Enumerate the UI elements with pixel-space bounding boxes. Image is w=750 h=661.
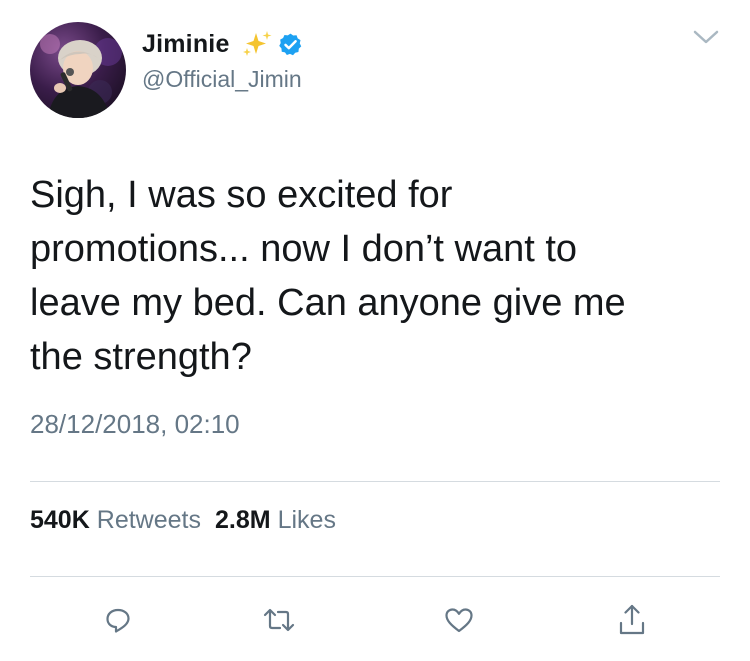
retweets-label: Retweets bbox=[96, 506, 201, 534]
heart-icon bbox=[445, 608, 473, 633]
like-button[interactable] bbox=[439, 600, 479, 640]
retweets-stat[interactable]: 540K Retweets bbox=[30, 506, 201, 535]
chevron-down-icon[interactable] bbox=[692, 26, 720, 48]
tweet-stats: 540K Retweets 2.8M Likes bbox=[30, 506, 336, 535]
tweet-text: Sigh, I was so excited for promotions...… bbox=[30, 174, 626, 378]
retweets-count: 540K bbox=[30, 506, 90, 534]
action-bar bbox=[0, 600, 750, 640]
likes-label: Likes bbox=[277, 506, 336, 534]
likes-stat[interactable]: 2.8M Likes bbox=[215, 506, 336, 535]
reply-icon bbox=[106, 608, 130, 633]
share-icon bbox=[619, 604, 645, 635]
display-name-row: Jiminie bbox=[142, 26, 303, 62]
display-name[interactable]: Jiminie bbox=[142, 30, 230, 59]
retweet-icon bbox=[263, 608, 295, 632]
tweet-timestamp[interactable]: 28/12/2018, 02:10 bbox=[30, 409, 240, 440]
likes-count: 2.8M bbox=[214, 506, 271, 534]
verified-badge-icon bbox=[278, 33, 301, 55]
author-block[interactable]: Jiminie @Official_Jimin bbox=[142, 26, 303, 93]
divider bbox=[30, 576, 720, 577]
share-button[interactable] bbox=[612, 600, 652, 640]
tweet-card: Jiminie @Official_Jimin Sigh, I was so e… bbox=[0, 0, 750, 661]
reply-button[interactable] bbox=[98, 600, 138, 640]
avatar-image bbox=[40, 34, 122, 118]
avatar[interactable] bbox=[30, 22, 126, 118]
retweet-button[interactable] bbox=[259, 600, 299, 640]
user-handle[interactable]: @Official_Jimin bbox=[142, 66, 303, 93]
sparkles-icon bbox=[242, 31, 272, 56]
divider bbox=[30, 481, 720, 482]
